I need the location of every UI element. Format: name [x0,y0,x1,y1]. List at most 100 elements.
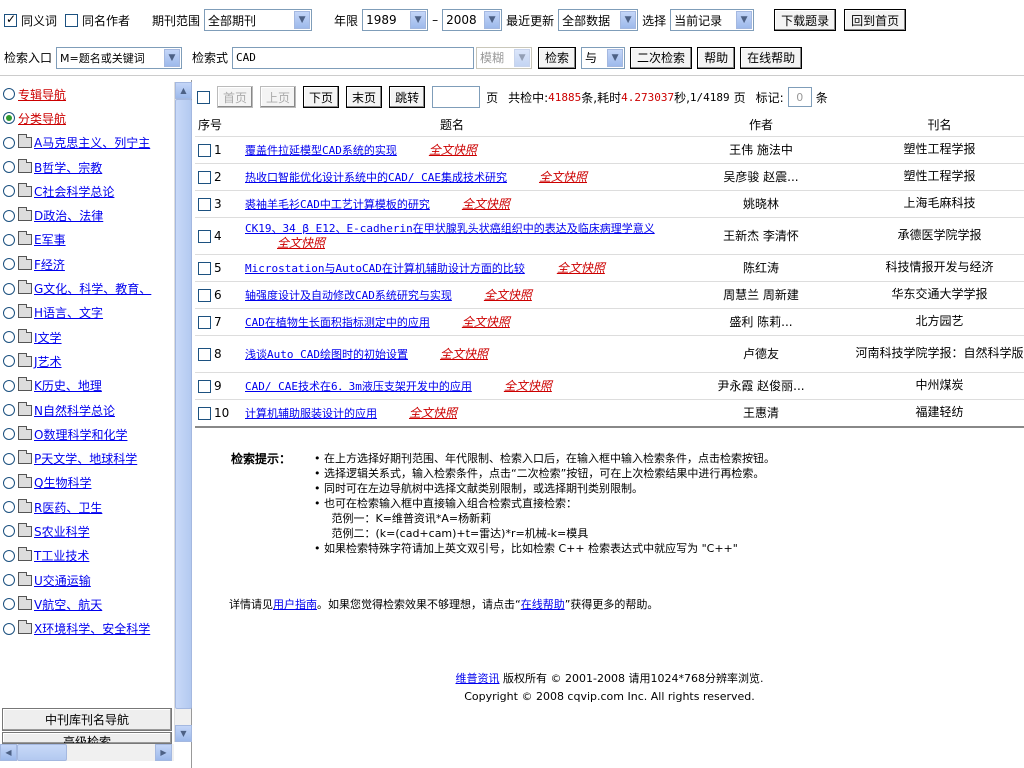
sidebar-item[interactable]: A马克思主义、列宁主 [0,131,174,155]
sidebar-item-label[interactable]: H语言、文字 [34,304,103,321]
sidebar-item-label[interactable]: 专辑导航 [18,86,66,103]
jump-button[interactable]: 跳转 [389,86,426,108]
online-help-button[interactable]: 在线帮助 [740,46,803,69]
sidebar-item-label[interactable]: R医药、卫生 [34,499,102,516]
same-author-checkbox-box[interactable] [65,13,79,27]
row-checkbox[interactable] [198,288,211,302]
row-checkbox[interactable] [198,170,211,184]
row-checkbox[interactable] [198,347,211,361]
scroll-thumb[interactable] [175,99,192,709]
sidebar-item-label[interactable]: D政治、法律 [34,207,103,224]
logic-select[interactable]: 与 ▼ [581,46,626,69]
radio-icon[interactable] [3,209,15,222]
radio-icon[interactable] [3,331,15,344]
sidebar-item[interactable]: E军事 [0,228,174,252]
advanced-search-button[interactable]: 高级检索 [2,732,172,744]
sidebar-item[interactable]: S农业科学 [0,519,174,543]
full-text-link[interactable]: 全文快照 [462,197,510,211]
scroll-thumb[interactable] [17,744,67,761]
sidebar-item[interactable]: H语言、文字 [0,301,174,325]
sidebar-item-label[interactable]: C社会科学总论 [34,183,114,200]
sidebar-item[interactable]: R医药、卫生 [0,495,174,519]
secondary-search-button[interactable]: 二次检索 [630,46,693,69]
chevron-down-icon[interactable]: ▼ [164,48,181,67]
sidebar-horizontal-scrollbar[interactable]: ◀ ▶ [0,744,174,761]
sidebar-item-label[interactable]: N自然科学总论 [34,402,115,419]
sidebar-item-label[interactable]: O数理科学和化学 [34,426,127,443]
search-button[interactable]: 检索 [538,46,577,69]
radio-icon[interactable] [3,306,15,319]
sidebar-item[interactable]: O数理科学和化学 [0,422,174,446]
online-help-link[interactable]: 在线帮助 [521,598,565,611]
journal-nav-button[interactable]: 中刊库刊名导航 [2,708,172,731]
article-title-link[interactable]: 热收口智能优化设计系统中的CAD/ CAE集成技术研究 [245,171,507,184]
full-text-link[interactable]: 全文快照 [484,288,532,302]
radio-icon[interactable] [3,549,15,562]
sidebar-item-label[interactable]: V航空、航天 [34,596,102,613]
row-checkbox[interactable] [198,379,211,393]
choose-select[interactable]: 当前记录 ▼ [670,9,755,31]
radio-icon[interactable] [3,574,15,587]
radio-icon[interactable] [3,136,15,149]
sidebar-item[interactable]: 分类导航 [0,106,174,130]
radio-icon[interactable] [3,501,15,514]
sidebar-item-label[interactable]: J艺术 [34,353,62,370]
radio-icon[interactable] [3,428,15,441]
full-text-link[interactable]: 全文快照 [409,406,457,420]
year-from-select[interactable]: 1989 ▼ [362,9,429,31]
row-checkbox[interactable] [198,197,211,211]
home-button[interactable]: 回到首页 [844,9,907,31]
prev-page-button[interactable]: 上页 [260,86,297,108]
radio-icon[interactable] [3,525,15,538]
radio-icon[interactable] [3,161,15,174]
scroll-right-icon[interactable]: ▶ [155,744,172,761]
sidebar-item[interactable]: K历史、地理 [0,374,174,398]
next-page-button[interactable]: 下页 [303,86,340,108]
sidebar-item[interactable]: C社会科学总论 [0,179,174,203]
sidebar-vertical-scrollbar[interactable]: ▲ ▼ [174,82,192,742]
chevron-down-icon[interactable]: ▼ [484,11,501,29]
row-checkbox[interactable] [198,229,211,243]
sidebar-item[interactable]: 专辑导航 [0,82,174,106]
user-guide-link[interactable]: 用户指南 [273,598,317,611]
sidebar-item[interactable]: I文学 [0,325,174,349]
sidebar-item-label[interactable]: P天文学、地球科学 [34,450,137,467]
sidebar-item-label[interactable]: I文学 [34,329,62,346]
same-author-checkbox[interactable]: 同名作者 [65,12,130,29]
article-title-link[interactable]: 浅谈Auto CAD绘图时的初始设置 [245,348,408,361]
last-page-button[interactable]: 末页 [346,86,383,108]
chevron-down-icon[interactable]: ▼ [514,48,531,67]
sidebar-item-label[interactable]: K历史、地理 [34,377,102,394]
sidebar-item-label[interactable]: U交通运输 [34,572,91,589]
scroll-left-icon[interactable]: ◀ [0,744,17,761]
article-title-link[interactable]: CAD/ CAE技术在6．3m液压支架开发中的应用 [245,380,472,393]
radio-icon[interactable] [3,282,15,295]
search-input[interactable]: CAD [232,46,475,69]
sidebar-item[interactable]: N自然科学总论 [0,398,174,422]
sidebar-item-label[interactable]: S农业科学 [34,523,90,540]
download-records-button[interactable]: 下载题录 [774,9,837,31]
full-text-link[interactable]: 全文快照 [462,315,510,329]
sidebar-item-label[interactable]: X环境科学、安全科学 [34,620,150,637]
sidebar-item-label[interactable]: E军事 [34,231,66,248]
full-text-link[interactable]: 全文快照 [557,261,605,275]
article-title-link[interactable]: 裘袖羊毛衫CAD中工艺计算模板的研究 [245,198,430,211]
article-title-link[interactable]: CK19、34 β E12、E-cadherin在甲状腺乳头状癌组织中的表达及临… [245,222,655,235]
help-button[interactable]: 帮助 [697,46,736,69]
full-text-link[interactable]: 全文快照 [504,379,552,393]
chevron-down-icon[interactable]: ▼ [410,11,427,29]
sidebar-item[interactable]: J艺术 [0,349,174,373]
full-text-link[interactable]: 全文快照 [429,143,477,157]
radio-icon[interactable] [3,112,15,125]
row-checkbox[interactable] [198,261,211,275]
full-text-link[interactable]: 全文快照 [440,347,488,361]
scroll-up-icon[interactable]: ▲ [175,82,192,99]
select-all-checkbox[interactable] [197,90,210,104]
page-number-input[interactable] [432,86,481,108]
sidebar-item[interactable]: B哲学、宗教 [0,155,174,179]
sidebar-item[interactable]: G文化、科学、教育、 [0,276,174,300]
row-checkbox[interactable] [198,406,211,420]
row-checkbox[interactable] [198,315,211,329]
radio-icon[interactable] [3,379,15,392]
radio-icon[interactable] [3,622,15,635]
